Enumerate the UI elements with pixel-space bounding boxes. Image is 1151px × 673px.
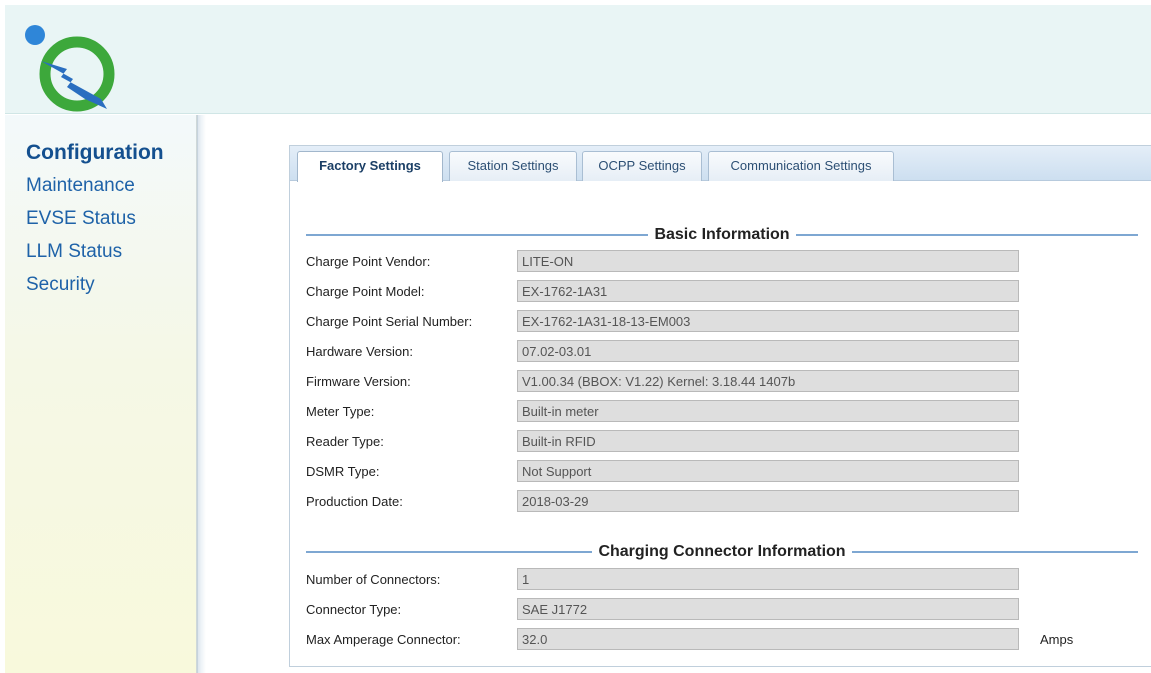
charge-point-model-field[interactable]	[517, 280, 1019, 302]
charge-point-vendor-field[interactable]	[517, 250, 1019, 272]
amperage-unit-label: Amps	[1040, 632, 1074, 647]
production-date-field[interactable]	[517, 490, 1019, 512]
field-label: Max Amperage Connector:	[306, 632, 461, 647]
hardware-version-field[interactable]	[517, 340, 1019, 362]
row-dsmr-type: DSMR Type:	[306, 460, 1146, 484]
field-label: Firmware Version:	[306, 374, 411, 389]
number-of-connectors-field[interactable]	[517, 568, 1019, 590]
section-rule	[851, 551, 1139, 553]
row-charge-point-model: Charge Point Model:	[306, 280, 1146, 304]
row-firmware-version: Firmware Version:	[306, 370, 1146, 394]
row-charge-point-serial-number: Charge Point Serial Number:	[306, 310, 1146, 334]
sidebar-item-evse-status[interactable]: EVSE Status	[26, 202, 164, 235]
field-label: Production Date:	[306, 494, 403, 509]
row-max-amperage-connector: Max Amperage Connector: Amps	[306, 628, 1146, 652]
field-label: Charge Point Vendor:	[306, 254, 431, 269]
field-label: Hardware Version:	[306, 344, 413, 359]
row-hardware-version: Hardware Version:	[306, 340, 1146, 364]
tab-bar: Factory Settings Station Settings OCPP S…	[290, 146, 1151, 182]
field-label: Connector Type:	[306, 602, 402, 617]
sidebar-nav: Configuration Maintenance EVSE Status LL…	[26, 136, 164, 301]
company-logo-icon	[25, 25, 115, 112]
dsmr-type-field[interactable]	[517, 460, 1019, 482]
section-basic-information: Basic Information	[306, 225, 1139, 245]
row-charge-point-vendor: Charge Point Vendor:	[306, 250, 1146, 274]
reader-type-field[interactable]	[517, 430, 1019, 452]
row-number-of-connectors: Number of Connectors:	[306, 568, 1146, 592]
tab-factory-settings[interactable]: Factory Settings	[297, 151, 443, 182]
field-label: Charge Point Serial Number:	[306, 314, 473, 329]
meter-type-field[interactable]	[517, 400, 1019, 422]
tab-communication-settings[interactable]: Communication Settings	[708, 151, 894, 181]
section-rule	[306, 234, 649, 236]
section-rule	[795, 234, 1139, 236]
field-label: Number of Connectors:	[306, 572, 441, 587]
field-label: Meter Type:	[306, 404, 375, 419]
row-production-date: Production Date:	[306, 490, 1146, 514]
field-label: Reader Type:	[306, 434, 384, 449]
tab-station-settings[interactable]: Station Settings	[449, 151, 577, 181]
sidebar-item-llm-status[interactable]: LLM Status	[26, 235, 164, 268]
header-banner	[5, 5, 1151, 114]
sidebar-splitter[interactable]	[197, 115, 206, 673]
section-title-connector: Charging Connector Information	[598, 543, 846, 560]
sidebar-item-maintenance[interactable]: Maintenance	[26, 169, 164, 202]
row-connector-type: Connector Type:	[306, 598, 1146, 622]
section-rule	[306, 551, 593, 553]
sidebar: Configuration Maintenance EVSE Status LL…	[5, 115, 197, 673]
row-meter-type: Meter Type:	[306, 400, 1146, 424]
max-amperage-field[interactable]	[517, 628, 1019, 650]
charge-point-serial-field[interactable]	[517, 310, 1019, 332]
firmware-version-field[interactable]	[517, 370, 1019, 392]
row-reader-type: Reader Type:	[306, 430, 1146, 454]
field-label: Charge Point Model:	[306, 284, 425, 299]
section-title-basic: Basic Information	[654, 226, 790, 243]
tab-ocpp-settings[interactable]: OCPP Settings	[582, 151, 702, 181]
field-label: DSMR Type:	[306, 464, 380, 479]
settings-panel: Factory Settings Station Settings OCPP S…	[289, 145, 1151, 667]
connector-type-field[interactable]	[517, 598, 1019, 620]
sidebar-item-configuration[interactable]: Configuration	[26, 136, 164, 169]
sidebar-item-security[interactable]: Security	[26, 268, 164, 301]
section-charging-connector-information: Charging Connector Information	[306, 542, 1139, 562]
